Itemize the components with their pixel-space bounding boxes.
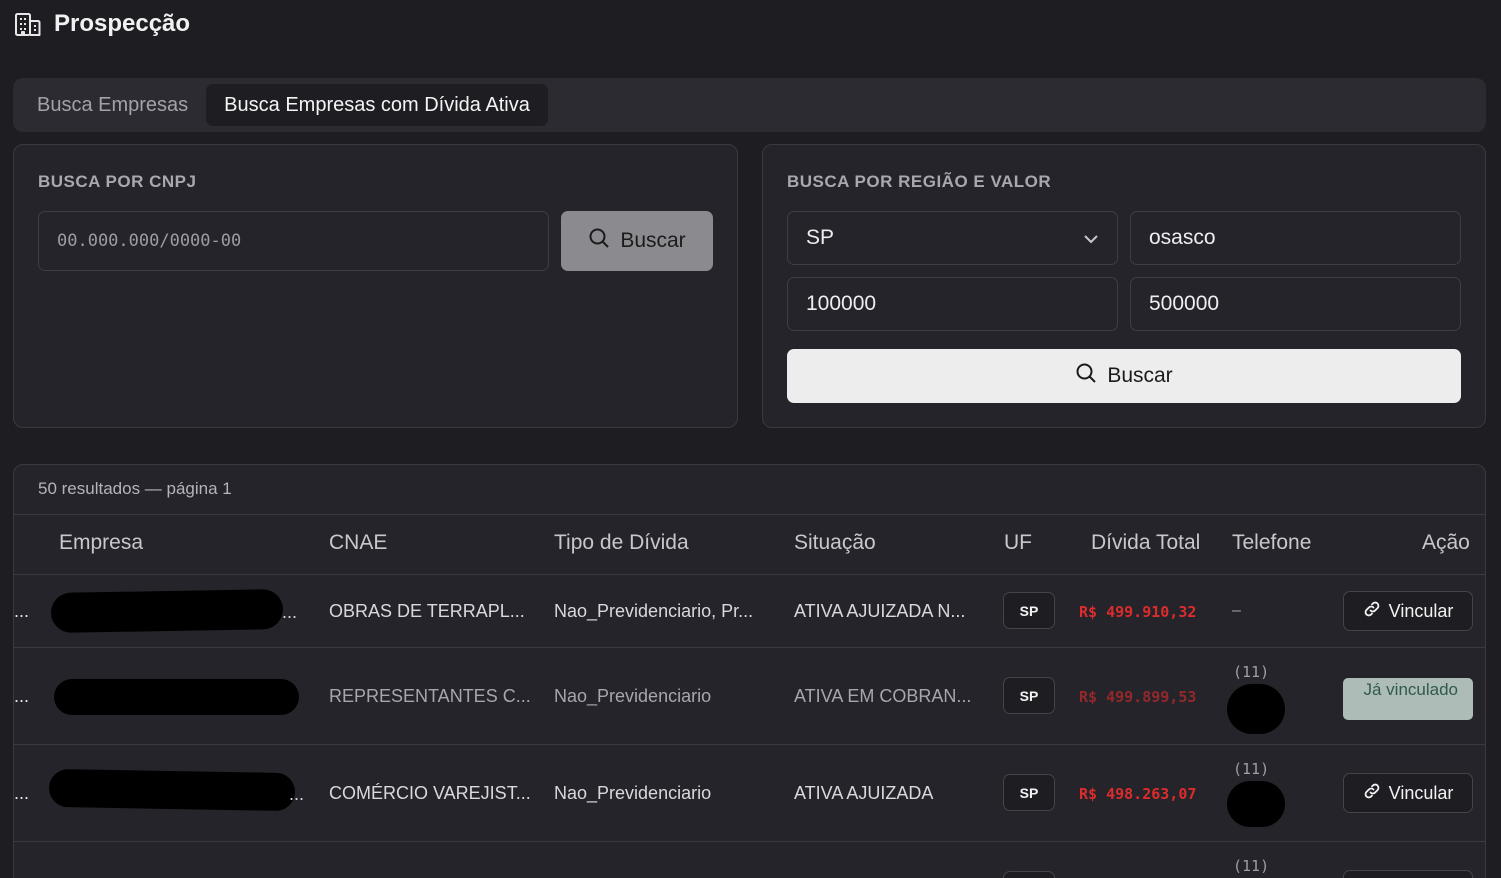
cnpj-input[interactable] bbox=[57, 231, 530, 251]
telefone-ddd: (11) bbox=[1233, 760, 1270, 778]
chevron-down-icon bbox=[1083, 226, 1099, 250]
redacted-company-name bbox=[54, 679, 299, 715]
link-icon bbox=[1363, 782, 1381, 805]
vincular-button[interactable]: Vincular bbox=[1343, 773, 1473, 813]
vincular-button-label: Vincular bbox=[1388, 782, 1454, 803]
search-icon bbox=[1075, 362, 1097, 390]
region-search-card: BUSCA POR REGIÃO E VALOR SP Buscar bbox=[762, 144, 1486, 428]
column-header-empresa: Empresa bbox=[59, 531, 144, 554]
uf-select[interactable]: SP bbox=[787, 211, 1118, 265]
cnpj-search-card: BUSCA POR CNPJ Buscar bbox=[13, 144, 738, 428]
column-header-tipo-divida: Tipo de Dívida bbox=[554, 531, 689, 554]
cnpj-field[interactable] bbox=[38, 211, 549, 271]
min-value-field[interactable] bbox=[787, 277, 1118, 331]
cnae-cell: REPRESENTANTES C... bbox=[329, 686, 531, 706]
redacted-phone bbox=[1227, 781, 1285, 827]
vincular-button-label: Vincular bbox=[1388, 600, 1454, 621]
column-header-acao: Ação bbox=[1422, 531, 1470, 554]
tipo-divida-cell: Nao_Previdenciario bbox=[554, 783, 712, 803]
divider bbox=[14, 744, 1485, 745]
divider bbox=[14, 841, 1485, 842]
building-icon bbox=[14, 11, 42, 37]
search-icon bbox=[588, 227, 610, 255]
divida-total-cell: R$ 499.899,53 bbox=[1079, 688, 1197, 706]
divida-total-cell: R$ 498.263,07 bbox=[1079, 785, 1197, 803]
region-search-button-label: Buscar bbox=[1107, 364, 1173, 387]
cnpj-search-button-label: Buscar bbox=[620, 229, 686, 252]
empresa-suffix: ... bbox=[282, 602, 298, 622]
uf-badge: SP bbox=[1003, 592, 1055, 629]
redacted-company-name bbox=[48, 768, 296, 812]
row-expand-dots[interactable]: ... bbox=[14, 783, 29, 804]
page-title: Prospecção bbox=[54, 10, 191, 37]
empresa-suffix: ... bbox=[289, 784, 305, 804]
situacao-cell: ATIVA AJUIZADA bbox=[794, 783, 934, 803]
tab-busca-empresas[interactable]: Busca Empresas bbox=[19, 84, 206, 126]
divider bbox=[14, 574, 1485, 575]
divider bbox=[14, 647, 1485, 648]
max-value-field[interactable] bbox=[1130, 277, 1461, 331]
vincular-button[interactable]: Vincular bbox=[1343, 591, 1473, 631]
column-header-situacao: Situação bbox=[794, 531, 876, 554]
row-expand-dots[interactable]: ... bbox=[14, 686, 29, 707]
redacted-company-name bbox=[50, 588, 284, 634]
ja-vinculado-badge: Já vinculado bbox=[1343, 678, 1473, 720]
cnpj-search-title: BUSCA POR CNPJ bbox=[38, 172, 197, 191]
link-icon bbox=[1363, 600, 1381, 623]
column-header-cnae: CNAE bbox=[329, 531, 388, 554]
results-card: 50 resultados — página 1 Empresa CNAE Ti… bbox=[13, 464, 1486, 878]
region-search-button[interactable]: Buscar bbox=[787, 349, 1461, 403]
uf-badge bbox=[1003, 871, 1055, 878]
telefone-ddd: (11) bbox=[1233, 857, 1270, 875]
uf-select-value: SP bbox=[806, 226, 835, 249]
min-value-input[interactable] bbox=[806, 292, 1099, 316]
tipo-divida-cell: Nao_Previdenciario bbox=[554, 686, 712, 706]
divida-total-cell: R$ 499.910,32 bbox=[1079, 603, 1197, 621]
city-input[interactable] bbox=[1149, 226, 1442, 250]
cnpj-search-button[interactable]: Buscar bbox=[561, 211, 713, 271]
telefone-ddd: (11) bbox=[1233, 663, 1270, 681]
tab-bar: Busca Empresas Busca Empresas com Dívida… bbox=[13, 78, 1486, 132]
situacao-cell: ATIVA EM COBRAN... bbox=[794, 686, 972, 706]
uf-badge: SP bbox=[1003, 774, 1055, 811]
results-summary: 50 resultados — página 1 bbox=[38, 479, 232, 498]
page-header: Prospecção bbox=[14, 8, 190, 40]
column-header-divida-total: Dívida Total bbox=[1091, 531, 1201, 554]
uf-badge: SP bbox=[1003, 677, 1055, 714]
vincular-button[interactable] bbox=[1343, 870, 1473, 878]
column-header-telefone: Telefone bbox=[1232, 531, 1312, 554]
cnae-cell: COMÉRCIO VAREJIST... bbox=[329, 783, 531, 803]
redacted-phone bbox=[1227, 684, 1285, 734]
tipo-divida-cell: Nao_Previdenciario, Pr... bbox=[554, 601, 754, 621]
cnae-cell: OBRAS DE TERRAPL... bbox=[329, 601, 525, 621]
tab-busca-divida-ativa[interactable]: Busca Empresas com Dívida Ativa bbox=[206, 84, 548, 126]
max-value-input[interactable] bbox=[1149, 292, 1442, 316]
region-search-title: BUSCA POR REGIÃO E VALOR bbox=[787, 172, 1052, 191]
column-header-uf: UF bbox=[1004, 531, 1032, 554]
divider bbox=[14, 514, 1485, 515]
city-field[interactable] bbox=[1130, 211, 1461, 265]
situacao-cell: ATIVA AJUIZADA N... bbox=[794, 601, 966, 621]
telefone-empty: – bbox=[1232, 602, 1241, 619]
row-expand-dots[interactable]: ... bbox=[14, 601, 29, 622]
